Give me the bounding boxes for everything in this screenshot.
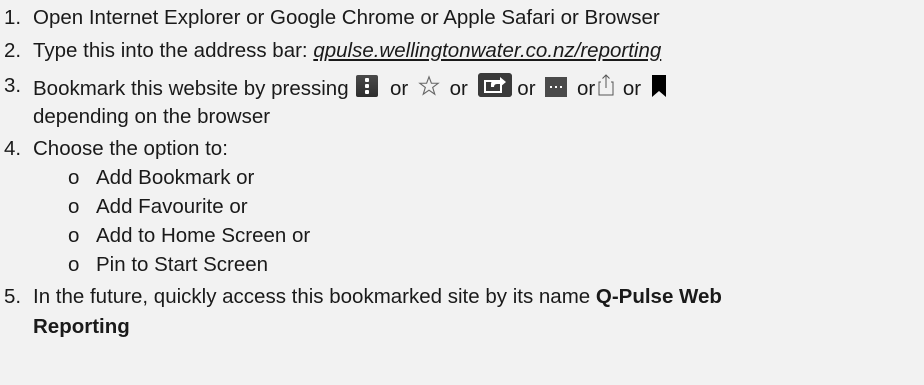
step-text: In the future, quickly access this bookm… (33, 284, 722, 310)
or-text: or (576, 77, 596, 100)
option-bullet: o (68, 166, 80, 189)
step-text: Open Internet Explorer or Google Chrome … (33, 6, 660, 29)
bookmark-icon (651, 75, 666, 97)
step-number: 5. (4, 285, 22, 308)
instructions-document: 1. Open Internet Explorer or Google Chro… (0, 0, 924, 385)
step-number: 2. (4, 39, 22, 62)
option-text: Add Bookmark or (96, 166, 255, 189)
option-bullet: o (68, 224, 80, 247)
step-number: 1. (4, 6, 22, 29)
kebab-menu-icon (356, 75, 379, 97)
option-bullet: o (68, 195, 80, 218)
or-text: or (622, 77, 642, 100)
step-number: 4. (4, 137, 22, 160)
step-number: 3. (4, 74, 22, 97)
more-dots-icon (545, 77, 568, 97)
step-text: Choose the option to: (33, 137, 228, 160)
or-text: or (390, 77, 409, 100)
step-text-lead: Type this into the address bar: (33, 39, 314, 62)
step-text: Type this into the address bar: qpulse.w… (33, 38, 661, 64)
step-text: depending on the browser (33, 105, 271, 128)
site-name: Reporting (33, 315, 130, 338)
or-text: or (517, 77, 536, 100)
star-icon (418, 75, 440, 96)
option-text: Add to Home Screen or (96, 224, 311, 247)
option-text: Pin to Start Screen (96, 253, 269, 276)
share-upload-icon (598, 74, 614, 96)
option-text: Add Favourite or (96, 195, 248, 218)
share-icon (477, 73, 512, 97)
reporting-url-link[interactable]: qpulse.wellingtonwater.co.nz/reporting (313, 39, 661, 62)
site-name: Q-Pulse Web (595, 285, 722, 308)
step-text-lead: In the future, quickly access this bookm… (33, 285, 596, 308)
option-bullet: o (68, 253, 80, 276)
step-text-lead: Bookmark this website by pressing (33, 77, 349, 100)
or-text: or (449, 77, 468, 100)
step-text: Bookmark this website by pressing or or … (33, 73, 667, 102)
